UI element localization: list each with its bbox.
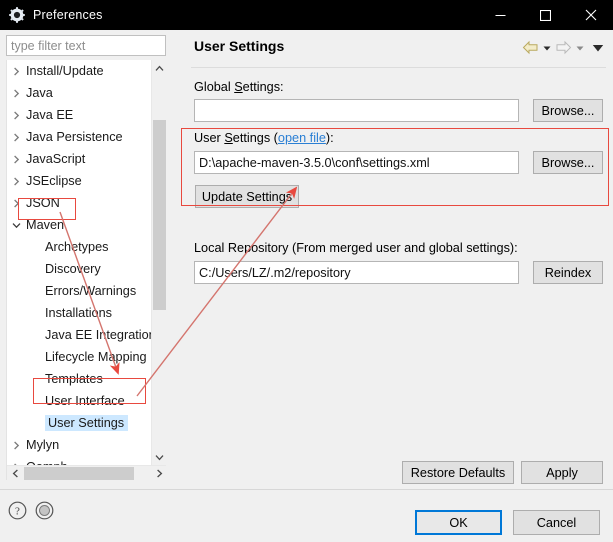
sidebar-item-label: Errors/Warnings	[45, 284, 137, 298]
sidebar-item-install-update[interactable]: Install/Update	[7, 60, 152, 82]
sidebar-item-maven[interactable]: Maven	[7, 214, 152, 236]
open-file-link[interactable]: open file	[278, 131, 326, 145]
sidebar-item-label: Mylyn	[26, 438, 60, 452]
scroll-down-icon[interactable]	[152, 449, 166, 465]
chevron-right-icon[interactable]	[7, 111, 25, 120]
preferences-tree[interactable]: Install/Update Java Java EE Java Persistenc…	[6, 60, 166, 480]
global-settings-browse-button[interactable]: Browse...	[533, 99, 603, 122]
sidebar-item-label: Java	[26, 86, 53, 100]
sidebar-item-user-settings[interactable]: User Settings	[7, 412, 152, 434]
sidebar-item-label: Archetypes	[45, 240, 109, 254]
sidebar-item-archetypes[interactable]: Archetypes	[7, 236, 152, 258]
sidebar-item-java[interactable]: Java	[7, 82, 152, 104]
sidebar-item-label: User Settings	[45, 415, 129, 431]
sidebar-item-label: Templates	[45, 372, 103, 386]
help-icon[interactable]: ?	[8, 501, 27, 525]
chevron-right-icon[interactable]	[7, 177, 25, 186]
sidebar-item-errors-warnings[interactable]: Errors/Warnings	[7, 280, 152, 302]
tree-hscroll-thumb[interactable]	[24, 467, 134, 480]
user-settings-browse-button[interactable]: Browse...	[533, 151, 603, 174]
sidebar-item-java-persistence[interactable]: Java Persistence	[7, 126, 152, 148]
close-icon[interactable]	[568, 0, 613, 30]
preferences-dialog: Preferences type filter text Install/Upd…	[0, 0, 613, 542]
footer-icons: ?	[8, 501, 54, 525]
apply-button[interactable]: Apply	[521, 461, 603, 484]
info-icon[interactable]	[35, 501, 54, 525]
ok-button[interactable]: OK	[415, 510, 502, 535]
sidebar-item-label: Java Persistence	[26, 130, 123, 144]
filter-placeholder: type filter text	[11, 38, 86, 53]
sidebar-item-label: Maven	[26, 218, 65, 232]
sidebar-item-label: JSON	[26, 196, 60, 210]
title-separator	[191, 67, 606, 68]
sidebar-item-label: Java EE	[26, 108, 74, 122]
update-settings-button[interactable]: Update Settings	[195, 185, 299, 208]
tree-item-list: Install/Update Java Java EE Java Persistenc…	[7, 60, 156, 480]
chevron-right-icon[interactable]	[7, 133, 25, 142]
user-settings-label: User Settings (open file):	[194, 131, 334, 145]
maximize-icon[interactable]	[523, 0, 568, 30]
sidebar-item-templates[interactable]: Templates	[7, 368, 152, 390]
sidebar: type filter text Install/Update Java Java …	[0, 30, 180, 488]
sidebar-item-label: Java EE Integration	[45, 328, 156, 342]
window-controls	[478, 0, 613, 30]
forward-arrow-icon[interactable]	[555, 40, 572, 55]
title-bar: Preferences	[0, 0, 613, 30]
scroll-right-icon[interactable]	[151, 466, 166, 480]
sidebar-item-user-interface[interactable]: User Interface	[7, 390, 152, 412]
chevron-right-icon[interactable]	[7, 199, 25, 208]
filter-input[interactable]: type filter text	[6, 35, 166, 56]
sidebar-item-label: Lifecycle Mapping	[45, 350, 147, 364]
global-settings-label: Global Settings:	[194, 80, 284, 94]
tree-horizontal-scrollbar[interactable]	[7, 465, 166, 480]
sidebar-item-javascript[interactable]: JavaScript	[7, 148, 152, 170]
sidebar-item-lifecycle-mapping[interactable]: Lifecycle Mapping	[7, 346, 152, 368]
sidebar-item-label: JSEclipse	[26, 174, 82, 188]
window-title: Preferences	[33, 8, 103, 22]
svg-text:?: ?	[15, 506, 20, 518]
sidebar-item-jseclipse[interactable]: JSEclipse	[7, 170, 152, 192]
settings-page: User Settings Global Settings: Browse...…	[181, 30, 613, 488]
sidebar-item-label: User Interface	[45, 394, 125, 408]
chevron-down-icon[interactable]	[7, 221, 25, 230]
sidebar-item-label: Install/Update	[26, 64, 104, 78]
page-title: User Settings	[194, 38, 285, 54]
sidebar-item-json[interactable]: JSON	[7, 192, 152, 214]
restore-defaults-button[interactable]: Restore Defaults	[402, 461, 514, 484]
tree-vertical-scrollbar[interactable]	[151, 60, 166, 465]
back-menu-chevron-down-icon[interactable]	[542, 43, 552, 53]
scroll-up-icon[interactable]	[152, 60, 166, 76]
user-settings-label-prefix: User Settings (	[194, 131, 278, 145]
chevron-right-icon[interactable]	[7, 67, 25, 76]
chevron-right-icon[interactable]	[7, 155, 25, 164]
forward-menu-chevron-down-icon[interactable]	[575, 43, 585, 53]
minimize-icon[interactable]	[478, 0, 523, 30]
scroll-left-icon[interactable]	[7, 466, 23, 480]
user-settings-input[interactable]: D:\apache-maven-3.5.0\conf\settings.xml	[194, 151, 519, 174]
sidebar-item-mylyn[interactable]: Mylyn	[7, 434, 152, 456]
gear-icon	[9, 7, 25, 23]
sidebar-item-installations[interactable]: Installations	[7, 302, 152, 324]
user-settings-label-suffix: ):	[325, 131, 334, 145]
sidebar-item-java-ee-integration[interactable]: Java EE Integration	[7, 324, 156, 346]
tree-vscroll-thumb[interactable]	[153, 120, 166, 310]
sidebar-item-discovery[interactable]: Discovery	[7, 258, 152, 280]
sidebar-item-java-ee[interactable]: Java EE	[7, 104, 152, 126]
global-settings-input[interactable]	[194, 99, 519, 122]
page-nav-icons	[522, 40, 604, 55]
local-repository-input[interactable]: C:/Users/LZ/.m2/repository	[194, 261, 519, 284]
local-repository-label: Local Repository (From merged user and g…	[194, 241, 518, 255]
cancel-button[interactable]: Cancel	[513, 510, 600, 535]
back-arrow-icon[interactable]	[522, 40, 539, 55]
chevron-right-icon[interactable]	[7, 89, 25, 98]
chevron-right-icon[interactable]	[7, 441, 25, 450]
reindex-button[interactable]: Reindex	[533, 261, 603, 284]
sidebar-item-label: Discovery	[45, 262, 101, 276]
sidebar-item-label: Installations	[45, 306, 112, 320]
view-menu-icon[interactable]	[592, 43, 604, 53]
sidebar-item-label: JavaScript	[26, 152, 86, 166]
